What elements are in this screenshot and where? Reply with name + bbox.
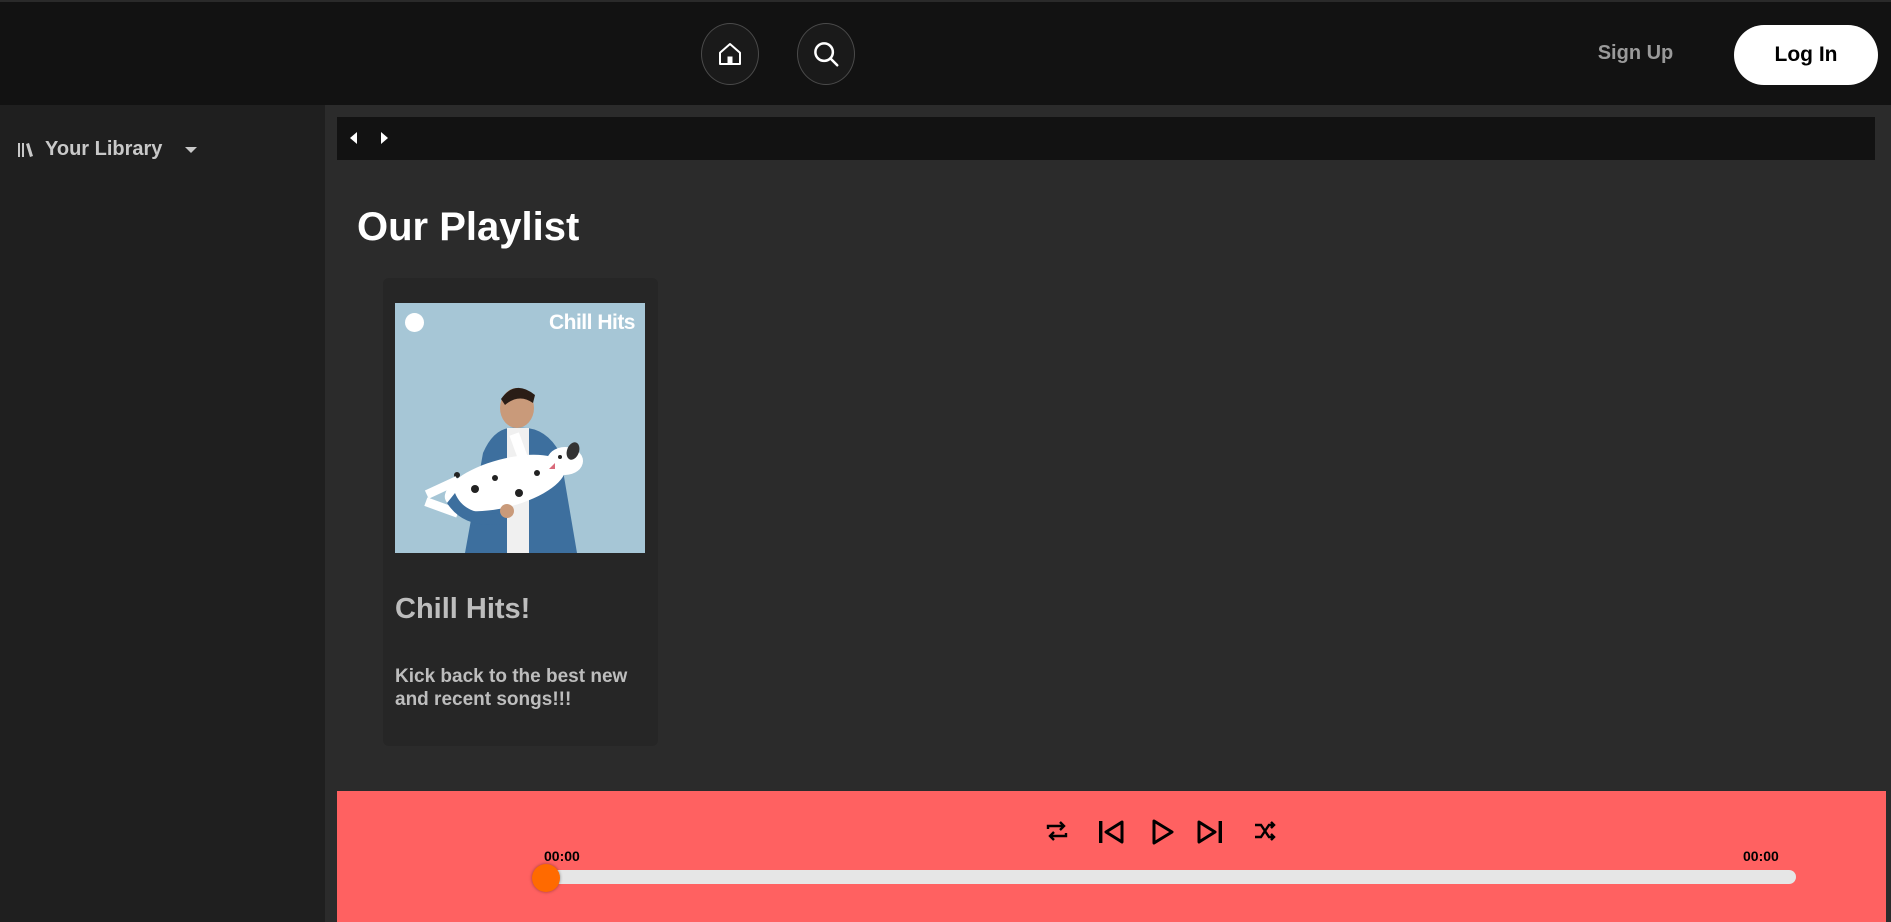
repeat-icon[interactable] xyxy=(1043,817,1071,845)
sidebar: Your Library xyxy=(0,105,325,922)
cover-artwork xyxy=(395,303,645,553)
spotify-logo-icon xyxy=(405,313,424,332)
playlist-description: Kick back to the best new and recent son… xyxy=(395,666,628,710)
search-button[interactable] xyxy=(797,23,855,85)
your-library-button[interactable]: Your Library xyxy=(17,138,202,161)
total-time: 00:00 xyxy=(1743,848,1779,864)
cover-text: Chill Hits xyxy=(548,311,636,334)
playlist-title: Chill Hits! xyxy=(395,593,531,625)
back-arrow-icon[interactable] xyxy=(345,129,363,147)
library-label: Your Library xyxy=(45,138,163,160)
library-icon xyxy=(18,142,33,157)
home-button[interactable] xyxy=(701,23,759,85)
player-bar: 00:00 00:00 xyxy=(337,791,1886,922)
playlist-cover: Chill Hits xyxy=(395,303,645,553)
current-time: 00:00 xyxy=(544,848,580,864)
top-bar: Sign Up Log In xyxy=(0,0,1891,105)
home-icon xyxy=(719,43,741,65)
progress-track[interactable] xyxy=(542,870,1796,884)
history-nav xyxy=(337,117,1875,160)
forward-arrow-icon[interactable] xyxy=(375,129,393,147)
next-icon[interactable] xyxy=(1195,817,1225,847)
signup-button[interactable]: Sign Up xyxy=(1578,42,1693,65)
play-icon[interactable] xyxy=(1147,817,1177,847)
shuffle-icon[interactable] xyxy=(1251,817,1279,845)
search-icon xyxy=(814,42,839,67)
playlist-card[interactable]: Chill Hits Chill Hits! Kick back to the … xyxy=(383,278,658,746)
previous-icon[interactable] xyxy=(1096,817,1126,847)
progress-thumb[interactable] xyxy=(532,864,560,892)
page-title: Our Playlist xyxy=(357,205,580,249)
login-button[interactable]: Log In xyxy=(1734,25,1878,85)
caret-down-icon[interactable] xyxy=(180,139,202,161)
